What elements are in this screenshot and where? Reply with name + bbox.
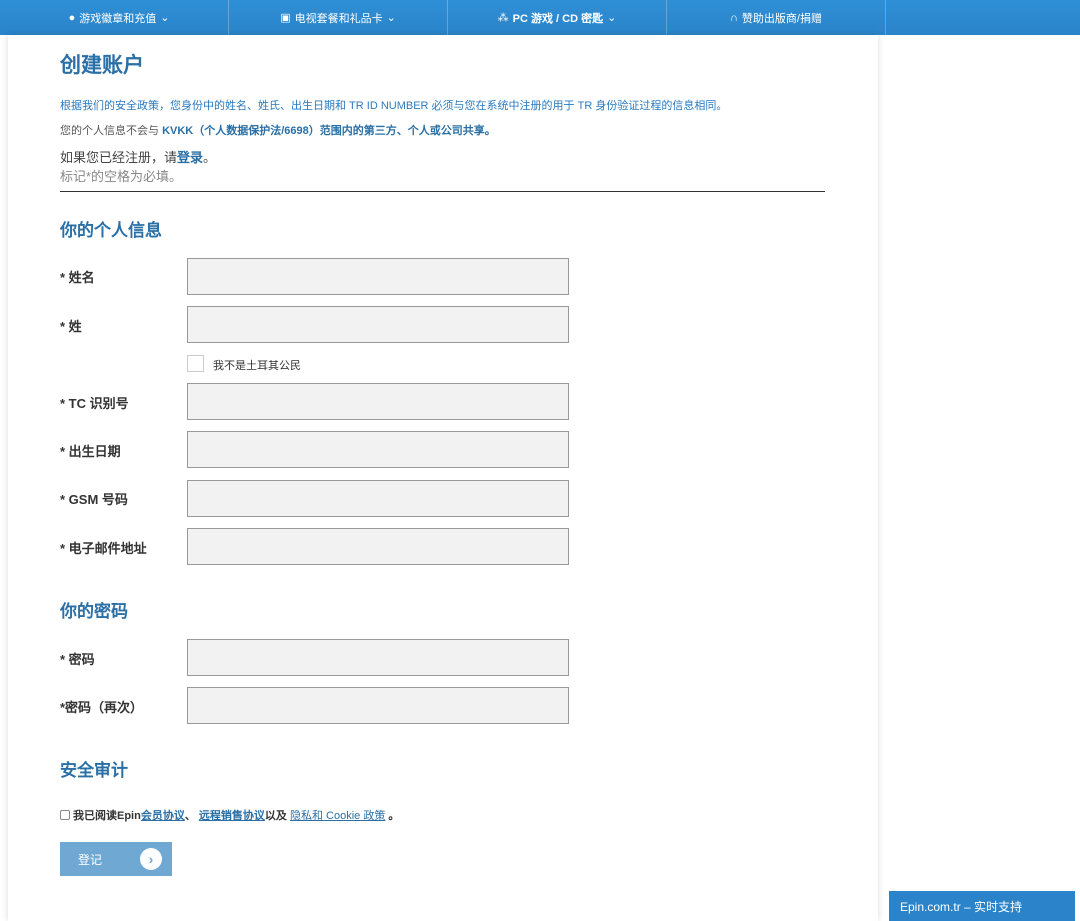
gift-icon: ▣ xyxy=(280,12,291,24)
last-name-label: * 姓 xyxy=(60,319,82,334)
cubes-icon: ⁂ xyxy=(497,12,509,24)
not-citizen-checkbox[interactable] xyxy=(187,355,204,372)
nav-sponsor[interactable]: ∩ 赞助出版商/捐赠 xyxy=(667,0,886,35)
gamepad-icon: ● xyxy=(68,11,76,24)
chevron-down-icon: ⌄ xyxy=(386,12,396,24)
nav-pc-games[interactable]: ⁂ PC 游戏 / CD 密匙 ⌄ xyxy=(448,0,667,35)
password-label: * 密码 xyxy=(60,652,95,667)
security-heading: 安全审计 xyxy=(60,761,128,780)
privacy-cookie-link[interactable]: 隐私和 Cookie 政策 xyxy=(290,807,385,823)
distance-sales-link[interactable]: 远程销售协议 xyxy=(199,807,265,823)
nav-game-topup[interactable]: ● 游戏徽章和充值 ⌄ xyxy=(10,0,229,35)
personal-info-heading: 你的个人信息 xyxy=(60,221,162,240)
not-citizen-label: 我不是土耳其公民 xyxy=(213,360,301,372)
membership-agreement-link[interactable]: 会员协议 xyxy=(141,807,185,823)
last-name-input[interactable] xyxy=(187,306,569,343)
register-panel: 创建账户 根据我们的安全政策，您身份中的姓名、姓氏、出生日期和 TR ID NU… xyxy=(8,35,878,921)
agree-checkbox[interactable] xyxy=(60,810,70,820)
dob-label: * 出生日期 xyxy=(60,444,121,459)
kvkk-text: 您的个人信息不会与 KVKK（个人数据保护法/6698）范围内的第三方、个人或公… xyxy=(60,125,496,137)
email-input[interactable] xyxy=(187,528,569,565)
email-label: * 电子邮件地址 xyxy=(60,541,147,556)
password-heading: 你的密码 xyxy=(60,602,128,621)
password-again-input[interactable] xyxy=(187,687,569,724)
policy-text: 根据我们的安全政策，您身份中的姓名、姓氏、出生日期和 TR ID NUMBER … xyxy=(60,100,728,112)
login-prompt: 如果您已经注册，请登录。 xyxy=(60,150,217,165)
first-name-label: * 姓名 xyxy=(60,270,95,285)
live-support-button[interactable]: Epin.com.tr – 实时支持 xyxy=(889,891,1075,921)
headphones-icon: ∩ xyxy=(730,11,738,24)
tc-input[interactable] xyxy=(187,383,569,420)
chevron-right-icon: › xyxy=(140,848,162,870)
register-button[interactable]: 登记 › xyxy=(60,842,172,876)
agreement-row: 我已阅读Epin 会员协议 、 远程销售协议 以及 隐私和 Cookie 政策 … xyxy=(60,807,825,823)
required-note: 标记*的空格为必填。 xyxy=(60,169,183,184)
chevron-down-icon: ⌄ xyxy=(607,12,617,24)
chevron-down-icon: ⌄ xyxy=(160,12,170,24)
dob-input[interactable] xyxy=(187,431,569,468)
tc-label: * TC 识别号 xyxy=(60,396,129,411)
nav-tv-giftcards[interactable]: ▣ 电视套餐和礼品卡 ⌄ xyxy=(229,0,448,35)
password-again-label: *密码（再次） xyxy=(60,700,144,715)
gsm-input[interactable] xyxy=(187,480,569,517)
page-title: 创建账户 xyxy=(60,54,144,77)
gsm-label: * GSM 号码 xyxy=(60,492,128,507)
top-nav: ● 游戏徽章和充值 ⌄ ▣ 电视套餐和礼品卡 ⌄ ⁂ PC 游戏 / CD 密匙 ⌄ ∩ 赞助… xyxy=(0,0,1080,35)
password-input[interactable] xyxy=(187,639,569,676)
login-link[interactable]: 登录 xyxy=(177,150,203,165)
first-name-input[interactable] xyxy=(187,258,569,295)
divider xyxy=(60,191,825,192)
